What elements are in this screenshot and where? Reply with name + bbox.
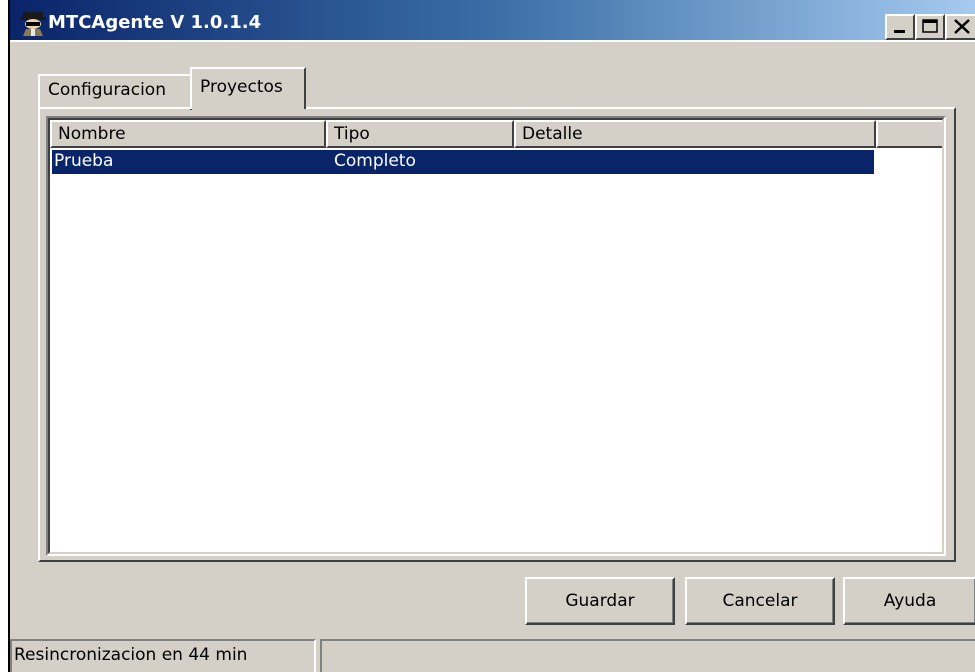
tab-configuracion[interactable]: Configuracion: [38, 74, 192, 110]
title-bar[interactable]: MTCAgente V 1.0.1.4: [10, 0, 975, 42]
close-icon: [954, 19, 970, 34]
app-window: MTCAgente V 1.0.1.4 Configuracion Proyec…: [8, 0, 975, 672]
projects-list[interactable]: Nombre Tipo Detalle Prueba Completo: [46, 116, 946, 556]
cancel-button[interactable]: Cancelar: [685, 577, 835, 625]
cell-tipo: Completo: [334, 151, 416, 171]
close-button[interactable]: [945, 14, 975, 40]
minimize-icon: [894, 30, 905, 33]
tab-proyectos[interactable]: Proyectos: [190, 67, 306, 109]
column-header-tipo-label: Tipo: [334, 124, 370, 144]
column-header-nombre[interactable]: Nombre: [50, 120, 326, 148]
maximize-button[interactable]: [915, 14, 945, 40]
column-header-tipo[interactable]: Tipo: [326, 120, 514, 148]
cell-nombre: Prueba: [54, 151, 114, 171]
status-pane-secondary: [320, 639, 975, 672]
spy-agent-icon: [20, 10, 46, 36]
status-text: Resincronizacion en 44 min: [10, 639, 316, 672]
status-bar: Resincronizacion en 44 min: [10, 635, 975, 672]
column-header-nombre-label: Nombre: [58, 124, 126, 144]
tab-configuracion-label: Configuracion: [48, 80, 166, 100]
list-item-selected[interactable]: Prueba Completo: [52, 150, 874, 174]
window-title: MTCAgente V 1.0.1.4: [48, 12, 262, 33]
maximize-icon: [922, 19, 938, 33]
minimize-button[interactable]: [885, 14, 915, 40]
tab-proyectos-label: Proyectos: [200, 77, 283, 97]
help-button[interactable]: Ayuda: [843, 577, 975, 625]
column-header-detalle-label: Detalle: [522, 124, 583, 144]
save-button[interactable]: Guardar: [525, 577, 675, 625]
column-header-empty[interactable]: [876, 120, 942, 148]
column-header-detalle[interactable]: Detalle: [514, 120, 876, 148]
